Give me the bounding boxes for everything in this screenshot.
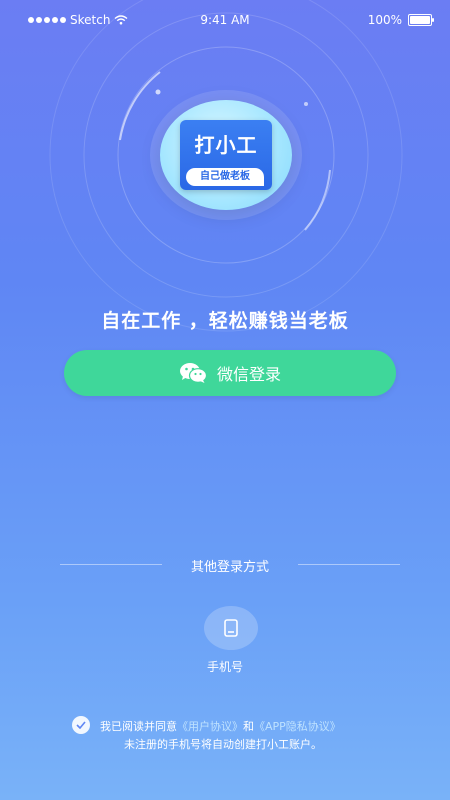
app-logo: 打小工 自己做老板	[160, 100, 292, 210]
wechat-icon	[179, 363, 207, 383]
agreement-and: 和	[243, 720, 254, 733]
other-login-label: 其他登录方式	[190, 560, 269, 575]
phone-login-label: 手机号	[206, 660, 243, 674]
wechat-login-button[interactable]: 微信登录	[64, 350, 396, 396]
slogan: 自在工作 ，轻松赚钱当老板	[101, 310, 349, 332]
agreement-prefix: 我已阅读并同意	[100, 720, 177, 733]
agreement-text: 我已阅读并同意《用户协议》和《APP隐私协议》	[100, 718, 341, 734]
privacy-agreement-link[interactable]: 《APP隐私协议》	[254, 720, 341, 733]
agreement-section: 我已阅读并同意《用户协议》和《APP隐私协议》 未注册的手机号将自动创建打小工账…	[72, 716, 402, 762]
agreement-note: 未注册的手机号将自动创建打小工账户。	[124, 738, 322, 751]
phone-login-button[interactable]	[204, 606, 258, 650]
logo-subtitle: 自己做老板	[186, 168, 264, 186]
wechat-login-label: 微信登录	[216, 365, 281, 384]
checkmark-icon	[76, 721, 86, 729]
other-login-divider: 其他登录方式	[60, 556, 400, 575]
agree-checkbox[interactable]	[72, 716, 90, 734]
logo-card: 打小工 自己做老板	[180, 120, 272, 190]
phone-icon	[224, 619, 238, 637]
user-agreement-link[interactable]: 《用户协议》	[177, 720, 243, 733]
divider-line-right	[298, 564, 400, 565]
logo-title: 打小工	[194, 133, 258, 157]
